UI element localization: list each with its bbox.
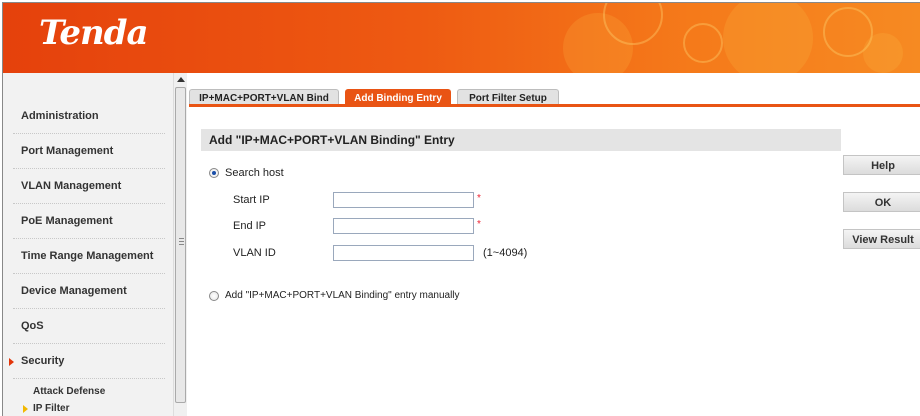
sidebar-item-label: Device Management — [21, 285, 127, 297]
ok-button[interactable]: OK — [843, 192, 920, 212]
grip-line — [179, 244, 184, 245]
sidebar-item-label: VLAN Management — [21, 180, 122, 192]
scrollbar-thumb[interactable] — [175, 87, 186, 403]
grip-line — [179, 238, 184, 239]
sidebar-scrollbar[interactable] — [173, 73, 187, 416]
tab-underline — [189, 104, 920, 107]
app-frame: Tenda Administration Port Management VLA… — [2, 2, 920, 416]
sidebar-item-device-management[interactable]: Device Management — [3, 274, 173, 309]
sidebar-item-label: Administration — [21, 110, 99, 122]
sidebar-item-time-range-management[interactable]: Time Range Management — [3, 239, 173, 274]
sidebar-subitem-ip-filter[interactable]: IP Filter — [3, 401, 173, 416]
selected-arrow-icon — [23, 405, 28, 413]
required-mark: * — [477, 219, 481, 230]
tenda-logo: Tenda — [39, 13, 149, 53]
start-ip-input[interactable] — [333, 192, 474, 208]
vlan-id-label: VLAN ID — [233, 247, 276, 259]
sidebar-item-vlan-management[interactable]: VLAN Management — [3, 169, 173, 204]
scroll-up-arrow-icon[interactable] — [177, 77, 185, 82]
grip-line — [179, 241, 184, 242]
sidebar-nav: Administration Port Management VLAN Mana… — [3, 73, 173, 416]
sidebar-subitem-attack-defense[interactable]: Attack Defense — [3, 384, 173, 400]
sidebar-item-label: Time Range Management — [21, 250, 154, 262]
divider — [13, 378, 165, 379]
required-mark: * — [477, 193, 481, 204]
end-ip-label: End IP — [233, 220, 267, 232]
sidebar-item-label: PoE Management — [21, 215, 113, 227]
section-title: Add "IP+MAC+PORT+VLAN Binding" Entry — [201, 129, 841, 151]
expand-arrow-icon — [9, 358, 14, 366]
vlan-id-hint: (1~4094) — [483, 247, 528, 259]
sidebar-item-port-management[interactable]: Port Management — [3, 134, 173, 169]
sidebar-item-qos[interactable]: QoS — [3, 309, 173, 344]
sidebar-subitem-label: IP Filter — [33, 403, 70, 414]
end-ip-input[interactable] — [333, 218, 474, 234]
sidebar-item-label: QoS — [21, 320, 44, 332]
header-banner: Tenda — [3, 3, 920, 73]
manual-entry-label: Add "IP+MAC+PORT+VLAN Binding" entry man… — [225, 290, 460, 301]
sidebar-item-administration[interactable]: Administration — [3, 99, 173, 134]
decor-circle — [863, 33, 903, 73]
decor-circle — [723, 3, 813, 73]
help-button[interactable]: Help — [843, 155, 920, 175]
manual-entry-radio[interactable] — [209, 291, 219, 301]
sidebar-item-security[interactable]: Security — [3, 344, 173, 379]
search-host-label: Search host — [225, 167, 284, 179]
vlan-id-input[interactable] — [333, 245, 474, 261]
sidebar-subitem-label: Attack Defense — [33, 386, 106, 397]
start-ip-label: Start IP — [233, 194, 270, 206]
view-result-button[interactable]: View Result — [843, 229, 920, 249]
decor-circle — [683, 23, 723, 63]
search-host-radio[interactable] — [209, 168, 219, 178]
sidebar-item-poe-management[interactable]: PoE Management — [3, 204, 173, 239]
sidebar-item-label: Security — [21, 355, 65, 367]
sidebar-item-label: Port Management — [21, 145, 114, 157]
